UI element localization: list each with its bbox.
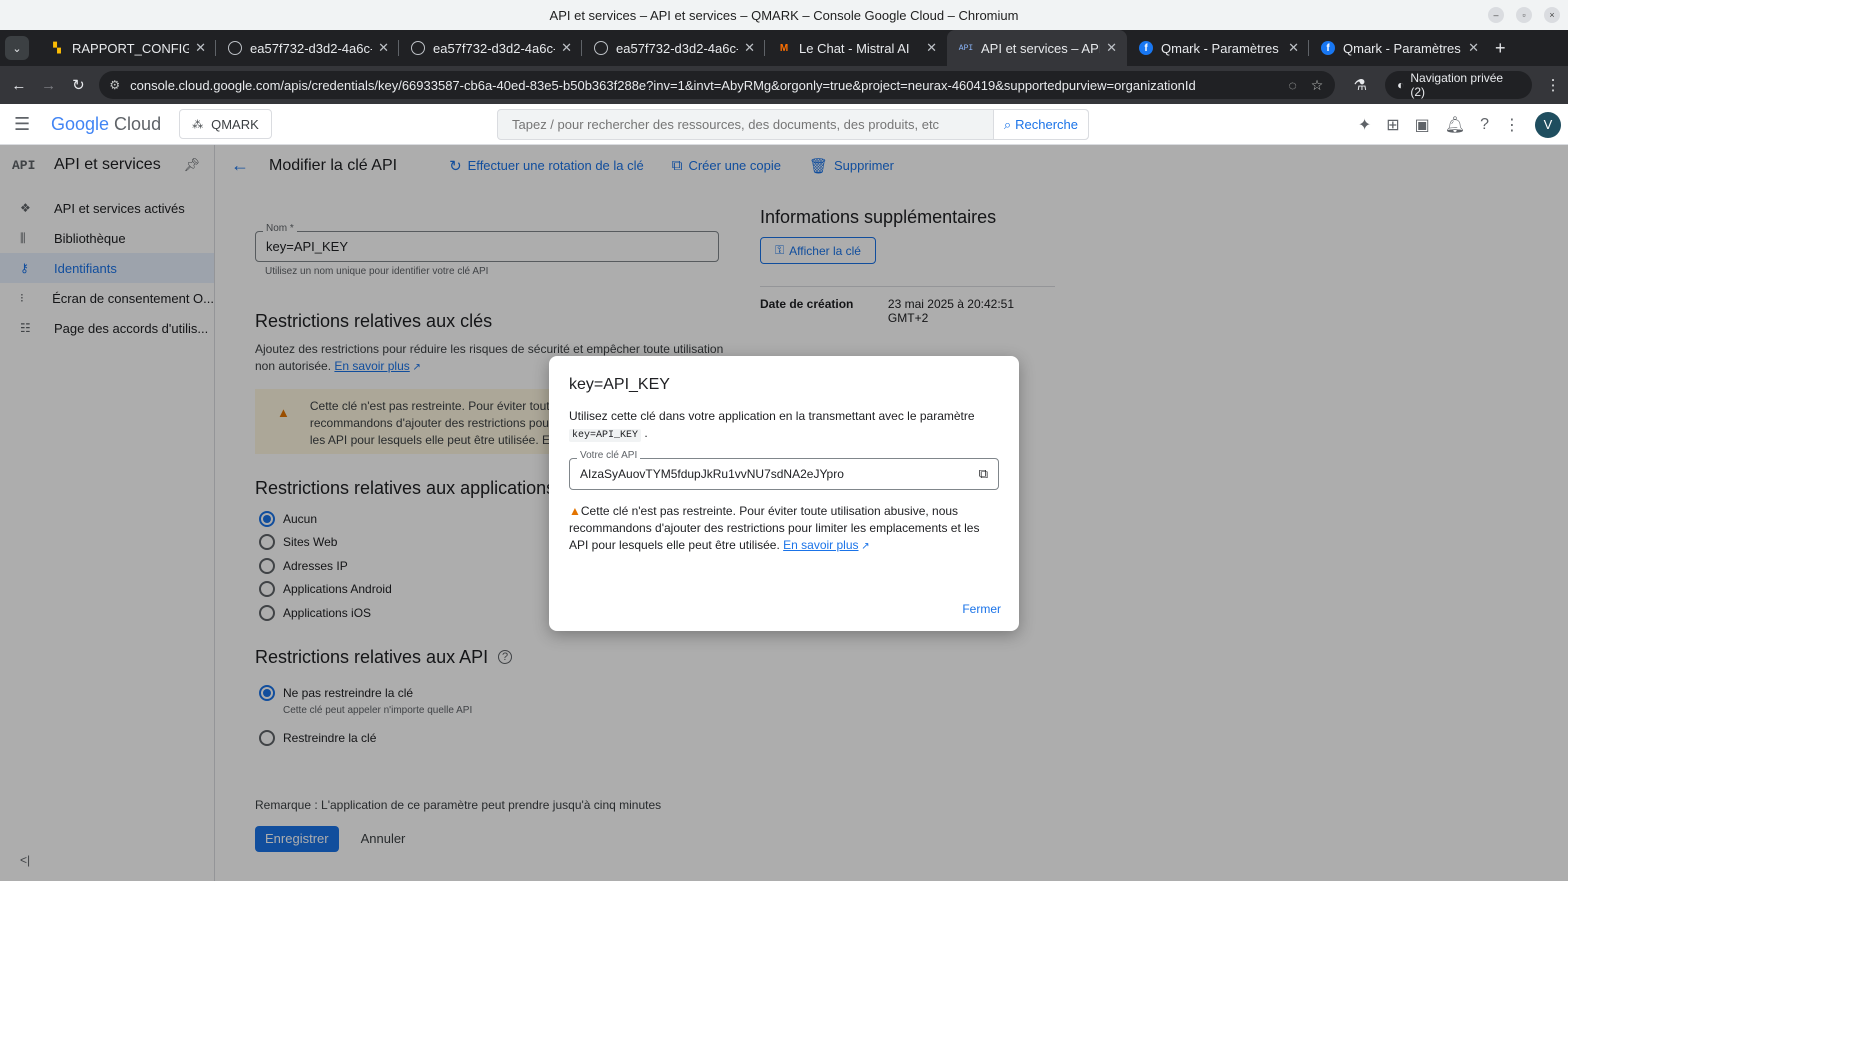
project-picker[interactable]: ⁂ QMARK <box>179 109 272 139</box>
copy-to-clipboard-icon[interactable]: ⧉ <box>979 466 988 482</box>
labs-icon[interactable]: ⚗ <box>1345 76 1375 94</box>
avatar[interactable]: V <box>1535 111 1561 138</box>
tab-label: ea57f732-d3d2-4a6c- <box>433 40 556 56</box>
tab-label: ea57f732-d3d2-4a6c- <box>250 40 373 56</box>
logo-google-text: Google <box>51 113 110 134</box>
site-info-icon[interactable]: ⚙ <box>109 78 120 92</box>
eye-off-icon[interactable]: ◌ <box>1288 77 1296 94</box>
api-icon: API <box>958 43 974 53</box>
dialog-learn-more-link[interactable]: En savoir plus <box>783 538 858 552</box>
tab-label: API et services – API e <box>981 40 1101 56</box>
search-button-label: Recherche <box>1015 117 1078 132</box>
minimize-icon[interactable]: – <box>1488 7 1504 23</box>
notifications-icon[interactable]: 🔔︎ <box>1445 115 1465 135</box>
incognito-label: Navigation privée (2) <box>1410 71 1504 99</box>
project-name: QMARK <box>211 116 259 132</box>
tab-bar: ⌄ ▚ RAPPORT_CONFIGUR ✕ ea57f732-d3d2-4a6… <box>0 30 1568 66</box>
external-link-icon: ↗ <box>858 541 870 552</box>
browser-tab[interactable]: ea57f732-d3d2-4a6c- ✕ <box>216 30 399 66</box>
maximize-icon[interactable]: ▫ <box>1516 7 1532 23</box>
bookmark-star-icon[interactable]: ☆ <box>1311 77 1324 94</box>
google-cloud-logo[interactable]: Google Cloud <box>51 114 161 135</box>
browser-tab[interactable]: f Qmark - Paramètres d ✕ <box>1127 30 1309 66</box>
facebook-icon: f <box>1139 41 1153 55</box>
browser-tab[interactable]: f Qmark - Paramètres d ✕ <box>1309 30 1489 66</box>
close-tab-icon[interactable]: ✕ <box>378 40 389 56</box>
tab-search-icon[interactable]: ⌄ <box>5 36 29 60</box>
search-button[interactable]: ⌕ Recherche <box>992 110 1088 139</box>
api-key-field-label: Votre clé API <box>577 450 641 461</box>
url-text: console.cloud.google.com/apis/credential… <box>130 77 1196 93</box>
browser-tab[interactable]: M Le Chat - Mistral AI ✕ <box>765 30 947 66</box>
cloud-shell-icon[interactable]: ▣ <box>1415 115 1430 135</box>
hamburger-menu-icon[interactable]: ☰ <box>14 114 34 135</box>
close-tab-icon[interactable]: ✕ <box>1288 40 1299 56</box>
close-dialog-button[interactable]: Fermer <box>962 602 1001 616</box>
app-icon: ▚ <box>53 42 61 54</box>
facebook-icon: f <box>1321 41 1335 55</box>
dialog-text: Utilisez cette clé dans votre applicatio… <box>569 409 975 423</box>
tab-label: Qmark - Paramètres d <box>1161 40 1283 56</box>
close-tab-icon[interactable]: ✕ <box>561 40 572 56</box>
search-icon: ⌕ <box>1003 116 1012 132</box>
gift-icon[interactable]: ⊞ <box>1386 115 1399 135</box>
browser-tab-active[interactable]: API API et services – API e ✕ <box>947 30 1127 66</box>
window-titlebar: API et services – API et services – QMAR… <box>0 0 1568 30</box>
tab-label: Qmark - Paramètres d <box>1343 40 1463 56</box>
window-title: API et services – API et services – QMAR… <box>549 7 1019 23</box>
dialog-warning-text: Cette clé n'est pas restreinte. Pour évi… <box>569 504 980 552</box>
browser-tab[interactable]: ▚ RAPPORT_CONFIGUR ✕ <box>38 30 216 66</box>
incognito-icon: ◐ <box>1397 78 1405 92</box>
project-icon: ⁂ <box>192 118 204 131</box>
gemini-sparkle-icon[interactable]: ✦ <box>1358 115 1371 135</box>
url-field[interactable]: ⚙ console.cloud.google.com/apis/credenti… <box>99 71 1336 99</box>
globe-icon <box>228 41 242 55</box>
forward-icon[interactable]: → <box>34 77 64 94</box>
browser-tab[interactable]: ea57f732-d3d2-4a6c- ✕ <box>582 30 765 66</box>
api-key-value: AIzaSyAuovTYM5fdupJkRu1vvNU7sdNA2eJYpro <box>580 467 844 481</box>
incognito-indicator[interactable]: ◐ Navigation privée (2) <box>1385 71 1533 99</box>
new-tab-icon[interactable]: + <box>1495 38 1506 59</box>
dialog-title: key=API_KEY <box>569 376 670 393</box>
close-tab-icon[interactable]: ✕ <box>1468 40 1479 56</box>
mistral-icon: M <box>779 42 789 54</box>
close-tab-icon[interactable]: ✕ <box>744 40 755 56</box>
close-tab-icon[interactable]: ✕ <box>926 40 937 56</box>
help-icon[interactable]: ? <box>1480 116 1489 134</box>
address-bar: ← → ↻ ⚙ console.cloud.google.com/apis/cr… <box>0 66 1568 104</box>
close-window-icon[interactable]: × <box>1544 7 1560 23</box>
api-key-field[interactable]: Votre clé API AIzaSyAuovTYM5fdupJkRu1vvN… <box>569 450 999 490</box>
close-tab-icon[interactable]: ✕ <box>195 40 206 56</box>
globe-icon <box>594 41 608 55</box>
tab-label: ea57f732-d3d2-4a6c- <box>616 40 739 56</box>
logo-cloud-text: Cloud <box>114 113 162 134</box>
tab-label: Le Chat - Mistral AI <box>799 40 910 56</box>
back-icon[interactable]: ← <box>4 77 34 94</box>
browser-tab[interactable]: ea57f732-d3d2-4a6c- ✕ <box>399 30 582 66</box>
close-tab-icon[interactable]: ✕ <box>1106 40 1117 56</box>
param-code: key=API_KEY <box>569 429 642 442</box>
search-bar: ⌕ Recherche <box>497 109 1089 140</box>
tab-label: RAPPORT_CONFIGUR <box>72 40 190 56</box>
api-key-dialog: key=API_KEY Utilisez cette clé dans votr… <box>549 356 1019 631</box>
dialog-description: Utilisez cette clé dans votre applicatio… <box>569 409 975 442</box>
globe-icon <box>411 41 425 55</box>
warning-icon: ▲ <box>569 504 581 518</box>
browser-menu-icon[interactable]: ⋮ <box>1538 76 1568 94</box>
dialog-warning: ▲Cette clé n'est pas restreinte. Pour év… <box>569 503 999 555</box>
cloud-header: ☰ Google Cloud ⁂ QMARK ⌕ Recherche ✦ ⊞ ▣… <box>0 104 1568 145</box>
search-input[interactable] <box>498 110 993 139</box>
reload-icon[interactable]: ↻ <box>64 76 94 94</box>
more-vert-icon[interactable]: ⋮ <box>1504 115 1520 135</box>
